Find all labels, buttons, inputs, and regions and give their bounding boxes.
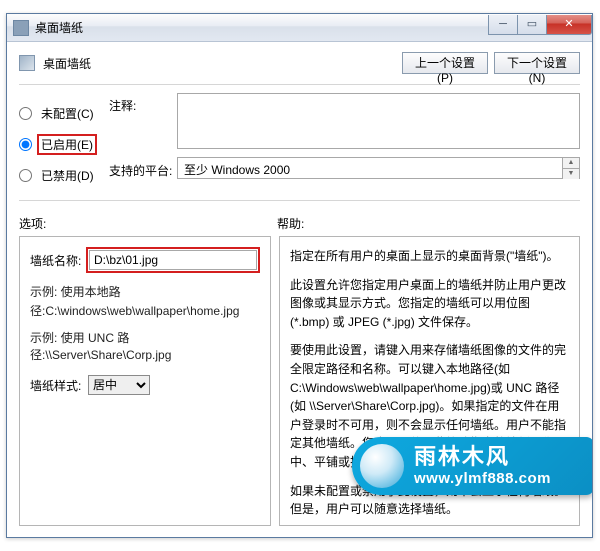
- platform-spin-up[interactable]: ▲: [562, 158, 579, 169]
- options-panel: 墙纸名称: 示例: 使用本地路 径:C:\windows\web\wallpap…: [19, 236, 271, 526]
- policy-window: 桌面墙纸 ─ ▭ ✕ 桌面墙纸 上一个设置(P) 下一个设置(N) 未配置(C)…: [6, 13, 593, 538]
- next-setting-button[interactable]: 下一个设置(N): [494, 52, 580, 74]
- policy-icon: [19, 55, 35, 71]
- window-title: 桌面墙纸: [35, 19, 489, 36]
- wallpaper-name-input[interactable]: [89, 250, 257, 270]
- radio-not-configured-label: 未配置(C): [37, 103, 98, 124]
- maximize-button[interactable]: ▭: [517, 15, 547, 35]
- radio-disabled-label: 已禁用(D): [37, 165, 98, 186]
- prev-setting-button[interactable]: 上一个设置(P): [402, 52, 488, 74]
- radio-enabled-input[interactable]: [19, 138, 32, 151]
- wallpaper-style-select[interactable]: 居中: [88, 375, 150, 395]
- platform-spin-down[interactable]: ▼: [562, 169, 579, 179]
- app-icon: [13, 20, 29, 36]
- example-local-2: 径:C:\windows\web\wallpaper\home.jpg: [30, 302, 260, 319]
- help-p2: 此设置允许您指定用户桌面上的墙纸并防止用户更改图像或其显示方式。您指定的墙纸可以…: [290, 276, 569, 332]
- radio-enabled-label: 已启用(E): [37, 134, 97, 155]
- wallpaper-style-label: 墙纸样式:: [30, 377, 88, 394]
- divider: [19, 84, 580, 85]
- comment-textarea[interactable]: [177, 93, 580, 149]
- radio-enabled[interactable]: 已启用(E): [19, 134, 109, 155]
- platform-label: 支持的平台:: [109, 158, 177, 179]
- example-unc: 示例: 使用 UNC 路径:\\Server\Share\Corp.jpg: [30, 329, 260, 363]
- banner-logo: [360, 444, 404, 488]
- example-local-1: 示例: 使用本地路: [30, 283, 260, 300]
- wallpaper-name-label: 墙纸名称:: [30, 252, 86, 269]
- comment-label: 注释:: [109, 93, 177, 114]
- options-header: 选项:: [19, 215, 277, 232]
- page-title: 桌面墙纸: [43, 55, 396, 72]
- minimize-button[interactable]: ─: [488, 15, 518, 35]
- help-header: 帮助:: [277, 215, 304, 232]
- banner-cn: 雨林木风: [414, 446, 551, 468]
- radio-not-configured[interactable]: 未配置(C): [19, 103, 109, 124]
- banner-url: www.ylmf888.com: [414, 470, 551, 487]
- titlebar: 桌面墙纸 ─ ▭ ✕: [7, 14, 592, 42]
- radio-disabled-input[interactable]: [19, 169, 32, 182]
- divider-2: [19, 200, 580, 201]
- close-button[interactable]: ✕: [546, 15, 592, 35]
- help-p1: 指定在所有用户的桌面上显示的桌面背景("墙纸")。: [290, 247, 569, 266]
- radio-not-configured-input[interactable]: [19, 107, 32, 120]
- watermark-banner: 雨林木风 www.ylmf888.com: [352, 437, 593, 495]
- platform-text: 至少 Windows 2000: [184, 163, 290, 177]
- radio-disabled[interactable]: 已禁用(D): [19, 165, 109, 186]
- platform-value: 至少 Windows 2000 ▲ ▼: [177, 157, 580, 179]
